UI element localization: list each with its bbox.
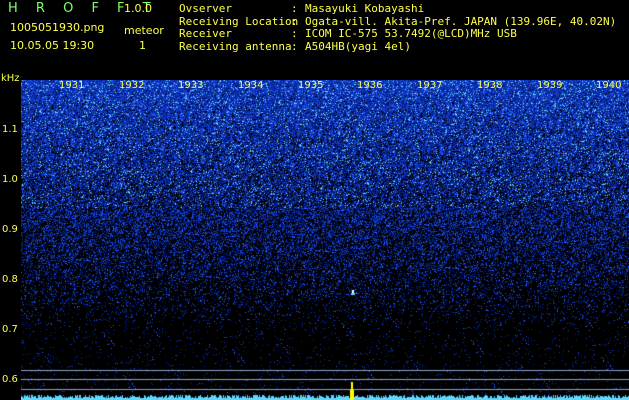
info-label: Receiving antenna [179, 39, 292, 53]
info-value: A504HB(yagi 4el) [305, 39, 411, 53]
info-label: Receiver [179, 27, 232, 40]
filename-label: 1005051930.png [10, 21, 105, 34]
x-tick-label: 1939 [537, 80, 563, 91]
header-panel: H R O F F T 1.0.0 1005051930.png meteor … [0, 0, 629, 80]
x-tick-label: 1932 [119, 80, 145, 91]
datetime-label: 10.05.05 19:30 [10, 39, 95, 52]
y-tick-label: 0.8 [2, 274, 18, 285]
info-value: Masayuki Kobayashi [305, 2, 425, 15]
x-tick-label: 1934 [238, 80, 264, 91]
info-separator: : [291, 27, 298, 40]
app-version: 1.0.0 [124, 2, 152, 15]
info-separator: : [291, 39, 298, 53]
x-tick-label: 1937 [417, 80, 443, 91]
station-info: Ovserver : Masayuki Kobayashi Receiving … [179, 2, 616, 54]
info-separator: : [291, 2, 298, 15]
x-tick-label: 1931 [59, 80, 85, 91]
y-tick-label: 0.9 [2, 224, 18, 235]
y-tick-label: 1.1 [2, 124, 18, 135]
info-row-receiver: Receiver : ICOM IC-575 53.7492(@LCD)MHz … [179, 27, 616, 41]
info-value: ICOM IC-575 53.7492(@LCD)MHz USB [305, 27, 517, 40]
x-tick-label: 1935 [298, 80, 324, 91]
x-tick-label: 1936 [357, 80, 383, 91]
spectrogram-canvas [21, 80, 629, 400]
x-tick-label: 1933 [178, 80, 204, 91]
meteor-count: 1 [139, 39, 146, 52]
y-tick-label: 1.0 [2, 174, 18, 185]
info-label: Ovserver [179, 2, 232, 15]
info-row-observer: Ovserver : Masayuki Kobayashi [179, 2, 616, 16]
info-row-antenna: Receiving antenna : A504HB(yagi 4el) [179, 39, 616, 54]
y-axis-unit: kHz [1, 73, 20, 84]
y-tick-label: 0.7 [2, 324, 18, 335]
meteor-label: meteor [124, 24, 164, 37]
x-tick-label: 1940 [596, 80, 622, 91]
y-tick-label: 0.6 [2, 374, 18, 385]
spectrogram [21, 80, 629, 400]
x-tick-label: 1938 [477, 80, 503, 91]
